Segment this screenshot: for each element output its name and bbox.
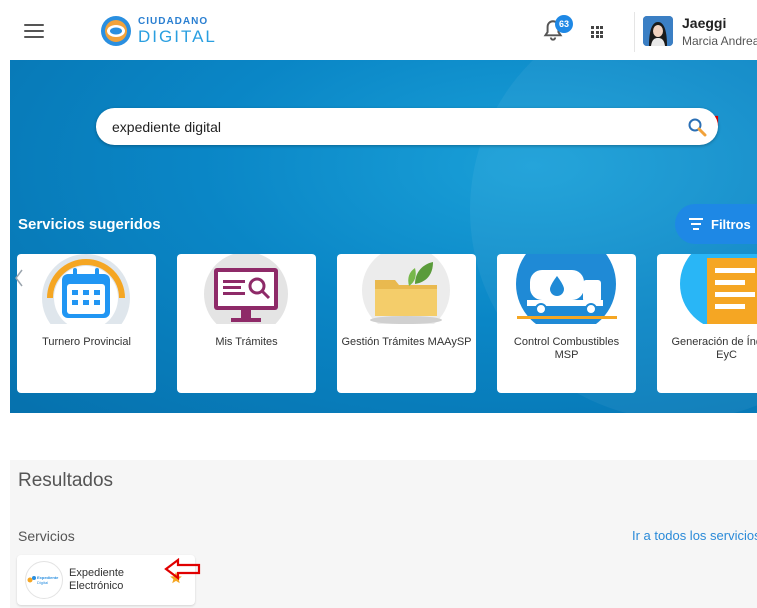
calendar-icon	[17, 254, 156, 324]
search-icon[interactable]	[687, 117, 707, 137]
folder-leaf-icon	[337, 254, 476, 324]
results-title: Resultados	[18, 470, 114, 491]
annotation-arrow-icon	[164, 558, 201, 580]
service-card-label: Gestión Trámites MAAySP	[341, 336, 472, 348]
logo-title-bottom: DIGITAL	[138, 27, 217, 46]
svg-text:Digital: Digital	[37, 580, 48, 585]
logo-title-top: CIUDADANO	[138, 16, 209, 27]
filters-label: Filtros	[711, 216, 751, 232]
suggested-services-carousel: Turnero Provincial Mis Trámites Gestión …	[17, 254, 757, 394]
service-card[interactable]: Gestión Trámites MAAySP	[337, 254, 476, 393]
service-card[interactable]: Turnero Provincial	[17, 254, 156, 393]
service-card[interactable]: Mis Trámites	[177, 254, 316, 393]
document-icon	[657, 254, 757, 324]
top-bar: CIUDADANO DIGITAL 63 Jaeggi Marcia Andre…	[0, 0, 757, 60]
service-card[interactable]: Control Combustibles MSP	[497, 254, 636, 393]
avatar	[643, 16, 673, 46]
carousel-prev-icon[interactable]	[14, 268, 24, 288]
results-section: Resultados Servicios Ir a todos los serv…	[10, 460, 757, 608]
service-card-label: Turnero Provincial	[42, 336, 131, 348]
user-name: Jaeggi	[682, 15, 727, 31]
apps-grid-icon[interactable]	[591, 26, 603, 38]
service-card-label: Generación de Índices EyC	[671, 336, 757, 361]
result-service-name: Expediente Electrónico	[69, 567, 125, 592]
search-box	[96, 108, 718, 145]
filter-icon	[689, 218, 703, 230]
expediente-logo: Expediente Digital	[25, 561, 63, 599]
filters-button[interactable]: Filtros	[675, 204, 757, 244]
menu-icon[interactable]	[24, 24, 44, 38]
monitor-search-icon	[177, 254, 316, 324]
fuel-truck-icon	[497, 254, 636, 324]
service-card[interactable]: Generación de Índices EyC	[657, 254, 757, 393]
notification-badge: 63	[555, 15, 573, 33]
user-menu[interactable]: Jaeggi Marcia Andrea	[634, 12, 757, 52]
user-subtitle: Marcia Andrea	[682, 34, 757, 48]
services-subtitle: Servicios	[18, 528, 75, 544]
logo-mark-icon	[101, 16, 131, 46]
app-logo[interactable]: CIUDADANO DIGITAL	[100, 14, 217, 48]
service-card-label: Control Combustibles MSP	[513, 336, 620, 361]
service-card-label: Mis Trámites	[215, 336, 278, 348]
search-input[interactable]	[110, 108, 670, 145]
hero-banner: Servicios sugeridos Filtros Turn	[10, 60, 757, 413]
suggested-services-title: Servicios sugeridos	[18, 216, 161, 233]
all-services-link[interactable]: Ir a todos los servicios	[632, 528, 757, 543]
